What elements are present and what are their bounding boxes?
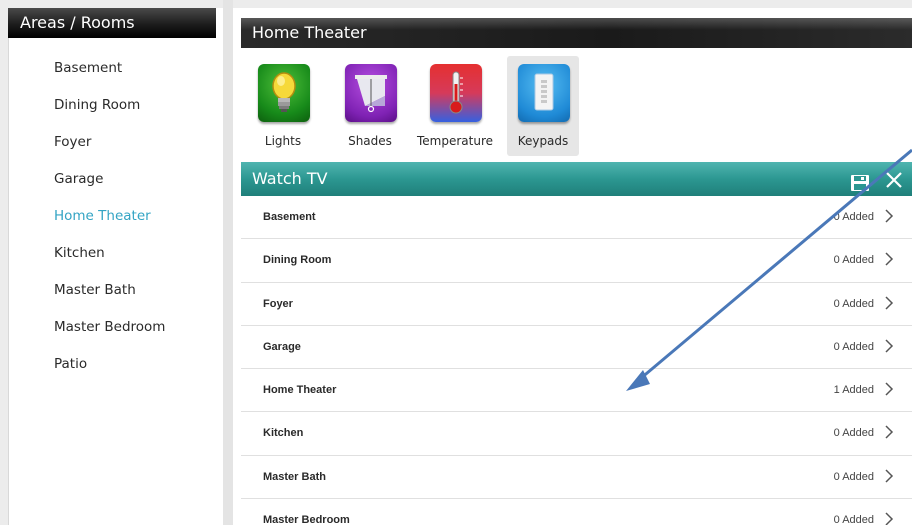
room-item-basement[interactable]: Basement — [9, 56, 224, 93]
category-keypads[interactable]: Keypads — [507, 56, 579, 156]
row-added-count: 0 Added — [833, 297, 874, 310]
save-icon[interactable] — [850, 170, 870, 191]
category-label: Keypads — [517, 134, 569, 148]
chevron-right-icon — [885, 382, 894, 396]
chevron-right-icon — [885, 296, 894, 310]
areas-panel-title: Areas / Rooms — [8, 8, 216, 38]
chevron-right-icon — [885, 252, 894, 266]
room-item-home-theater[interactable]: Home Theater — [9, 204, 224, 241]
close-icon[interactable] — [884, 168, 904, 190]
keypad-room-list: Basement 0 Added Dining Room 0 Added Foy… — [241, 196, 912, 525]
chevron-right-icon — [885, 425, 894, 440]
room-item-dining-room[interactable]: Dining Room — [9, 93, 224, 130]
lightbulb-icon — [258, 64, 310, 122]
category-label: Temperature — [416, 134, 493, 148]
table-row[interactable]: Dining Room 0 Added — [241, 239, 912, 283]
table-row[interactable]: Master Bedroom 0 Added — [241, 499, 912, 525]
category-label: Lights — [264, 134, 302, 148]
category-temperature[interactable]: Temperature — [417, 56, 493, 156]
table-row[interactable]: Garage 0 Added — [241, 326, 912, 370]
table-row[interactable]: Master Bath 0 Added — [241, 456, 912, 500]
chevron-right-icon — [885, 339, 894, 353]
row-room-name: Garage — [263, 340, 301, 353]
room-item-master-bedroom[interactable]: Master Bedroom — [9, 315, 224, 352]
row-room-name: Kitchen — [263, 427, 304, 440]
row-added-count: 0 Added — [833, 514, 874, 525]
row-room-name: Dining Room — [263, 254, 332, 267]
room-item-kitchen[interactable]: Kitchen — [9, 241, 224, 278]
category-shades[interactable]: Shades — [334, 56, 406, 156]
room-title-bar: Home Theater — [241, 18, 912, 48]
areas-panel: Basement Dining Room Foyer Garage Home T… — [8, 8, 223, 525]
scene-title-bar: Watch TV — [241, 162, 912, 196]
table-row[interactable]: Foyer 0 Added — [241, 283, 912, 326]
row-room-name: Home Theater — [263, 384, 337, 397]
row-room-name: Master Bedroom — [263, 514, 350, 525]
room-item-garage[interactable]: Garage — [9, 167, 224, 204]
table-row[interactable]: Home Theater 1 Added — [241, 369, 912, 413]
room-item-patio[interactable]: Patio — [9, 352, 224, 389]
row-room-name: Basement — [263, 211, 316, 223]
category-lights[interactable]: Lights — [247, 56, 319, 156]
keypad-icon — [518, 64, 570, 122]
thermometer-icon — [430, 64, 482, 122]
table-row[interactable]: Basement 0 Added — [241, 196, 912, 240]
row-room-name: Foyer — [263, 297, 293, 310]
room-list: Basement Dining Room Foyer Garage Home T… — [9, 56, 224, 389]
row-added-count: 0 Added — [833, 340, 874, 353]
category-label: Shades — [348, 134, 392, 148]
room-item-master-bath[interactable]: Master Bath — [9, 278, 224, 315]
scene-title: Watch TV — [252, 169, 328, 188]
chevron-right-icon — [885, 512, 894, 525]
room-item-foyer[interactable]: Foyer — [9, 130, 224, 167]
row-added-count: 0 Added — [833, 470, 874, 483]
row-added-count: 0 Added — [833, 254, 874, 267]
room-title: Home Theater — [252, 23, 367, 42]
panel-divider — [223, 0, 233, 525]
room-detail-panel: Home Theater Lights Shades Temperature K… — [233, 8, 912, 525]
row-added-count: 0 Added — [833, 211, 874, 223]
row-added-count: 1 Added — [833, 384, 874, 397]
chevron-right-icon — [885, 469, 894, 483]
row-added-count: 0 Added — [833, 427, 874, 440]
row-room-name: Master Bath — [263, 470, 326, 483]
chevron-right-icon — [885, 209, 894, 223]
shades-icon — [345, 64, 397, 122]
table-row[interactable]: Kitchen 0 Added — [241, 412, 912, 456]
